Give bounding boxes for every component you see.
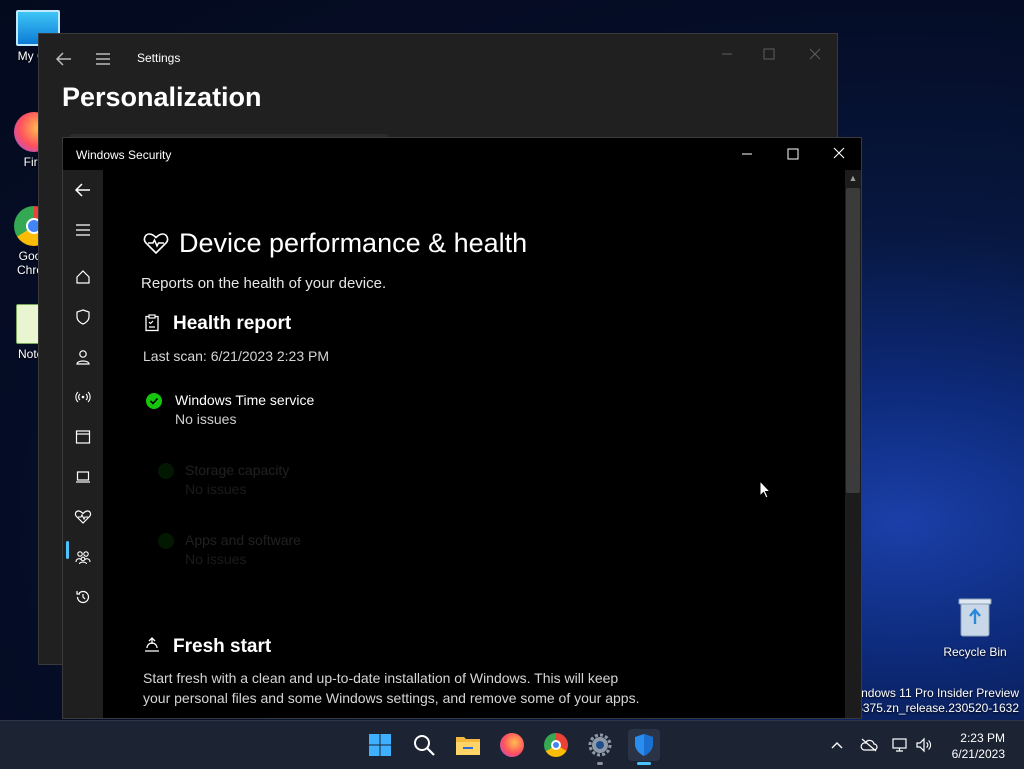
chrome-center-icon — [551, 740, 561, 750]
wireless-icon — [75, 391, 91, 403]
last-scan-text: Last scan: 6/21/2023 2:23 PM — [143, 348, 330, 364]
security-sidebar-nav — [63, 170, 103, 718]
clock-time: 2:23 PM — [960, 731, 1005, 745]
taskbar-windows-security[interactable] — [628, 729, 660, 765]
network-icon — [892, 738, 907, 752]
chrome-icon — [544, 733, 568, 757]
family-icon — [75, 551, 91, 565]
browser-window-icon — [75, 430, 91, 444]
taskbar-firefox[interactable] — [496, 729, 528, 761]
fresh-start-icon — [145, 637, 159, 652]
minimize-icon[interactable] — [717, 44, 737, 64]
search-icon — [414, 735, 435, 756]
security-titlebar[interactable]: Windows Security — [63, 138, 861, 170]
taskbar-search[interactable] — [408, 729, 440, 761]
health-item-status: No issues — [185, 481, 247, 497]
maximize-icon[interactable] — [781, 144, 805, 164]
home-icon — [76, 270, 90, 284]
history-icon — [76, 590, 90, 604]
nav-account-protection[interactable] — [71, 345, 95, 369]
health-item-status: No issues — [185, 551, 247, 567]
show-hidden-icons[interactable] — [827, 735, 847, 755]
taskbar: 2:23 PM 6/21/2023 — [0, 720, 1024, 769]
scrollbar-thumb[interactable] — [846, 188, 860, 493]
nav-app-browser-control[interactable] — [71, 425, 95, 449]
volume-control[interactable] — [914, 735, 934, 755]
taskbar-file-explorer[interactable] — [452, 729, 484, 761]
shield-icon — [635, 734, 653, 756]
nav-family-options[interactable] — [71, 545, 95, 569]
mouse-cursor-icon — [759, 480, 771, 499]
hamburger-menu-icon[interactable] — [94, 50, 112, 68]
heart-pulse-icon — [74, 510, 92, 524]
nav-device-performance[interactable] — [71, 505, 95, 529]
windows-security-window[interactable]: Windows Security Device performance & he… — [62, 137, 862, 719]
taskbar-chrome[interactable] — [540, 729, 572, 761]
cloud-offline-icon — [860, 738, 878, 752]
minimize-icon[interactable] — [735, 144, 759, 164]
page-subtitle: Reports on the health of your device. — [141, 275, 387, 292]
nav-menu-button[interactable] — [71, 218, 95, 242]
windows-logo-icon — [369, 734, 391, 756]
maximize-icon[interactable] — [759, 44, 779, 64]
firefox-icon — [500, 733, 524, 757]
settings-title: Settings — [137, 51, 181, 65]
gear-icon — [588, 733, 612, 757]
nav-selected-indicator — [66, 541, 69, 559]
settings-page-heading: Personalization — [62, 82, 262, 112]
fresh-start-body: Start fresh with a clean and up-to-date … — [143, 670, 640, 706]
network-status[interactable] — [890, 735, 910, 755]
health-item-title: Windows Time service — [175, 392, 315, 408]
nav-firewall[interactable] — [71, 385, 95, 409]
start-button[interactable] — [364, 729, 396, 761]
close-icon[interactable] — [827, 144, 851, 164]
watermark-line-2: 25375.zn_release.230520-1632 — [849, 701, 1019, 715]
health-item-status: No issues — [175, 411, 237, 427]
speaker-icon — [916, 737, 931, 753]
ok-status-icon — [158, 463, 174, 479]
close-icon[interactable] — [805, 44, 825, 64]
nav-protection-history[interactable] — [71, 585, 95, 609]
back-icon — [74, 183, 90, 197]
scroll-up-arrow-icon[interactable]: ▲ — [848, 173, 858, 183]
desktop-icon-recycle-bin[interactable]: Recycle Bin — [940, 596, 1010, 659]
security-window-title: Windows Security — [76, 148, 172, 162]
security-content: Device performance & health Reports on t… — [103, 170, 845, 718]
hamburger-menu-icon — [76, 224, 90, 236]
health-item-title: Apps and software — [185, 532, 301, 548]
checkmark-icon — [149, 397, 159, 405]
folder-icon — [456, 737, 480, 755]
ok-status-icon — [158, 533, 174, 549]
nav-device-security[interactable] — [71, 465, 95, 489]
health-item-title: Storage capacity — [185, 462, 290, 478]
onedrive-status[interactable] — [859, 735, 879, 755]
taskbar-settings[interactable] — [584, 729, 616, 765]
taskbar-clock[interactable]: 2:23 PM 6/21/2023 — [952, 730, 1005, 762]
recycle-bin-icon — [958, 598, 992, 637]
os-watermark: indows 11 Pro Insider Preview 25375.zn_r… — [850, 686, 1019, 716]
clock-date: 6/21/2023 — [951, 747, 1005, 761]
ok-status-icon — [146, 393, 162, 409]
nav-back-button[interactable] — [71, 178, 95, 202]
health-report-heading: Health report — [173, 313, 292, 334]
laptop-icon — [76, 471, 90, 483]
heart-pulse-icon — [143, 233, 169, 255]
shield-icon — [76, 309, 90, 325]
clipboard-check-icon — [145, 314, 159, 332]
vertical-scrollbar[interactable]: ▲ — [845, 170, 861, 718]
fresh-start-heading: Fresh start — [173, 636, 272, 657]
recycle-bin-label: Recycle Bin — [943, 645, 1007, 659]
page-title: Device performance & health — [179, 228, 528, 258]
nav-virus-protection[interactable] — [71, 305, 95, 329]
back-arrow-icon[interactable] — [55, 50, 73, 68]
chevron-up-icon — [831, 742, 843, 749]
person-icon — [76, 350, 90, 365]
watermark-line-1: indows 11 Pro Insider Preview — [858, 686, 1019, 700]
nav-home[interactable] — [71, 265, 95, 289]
